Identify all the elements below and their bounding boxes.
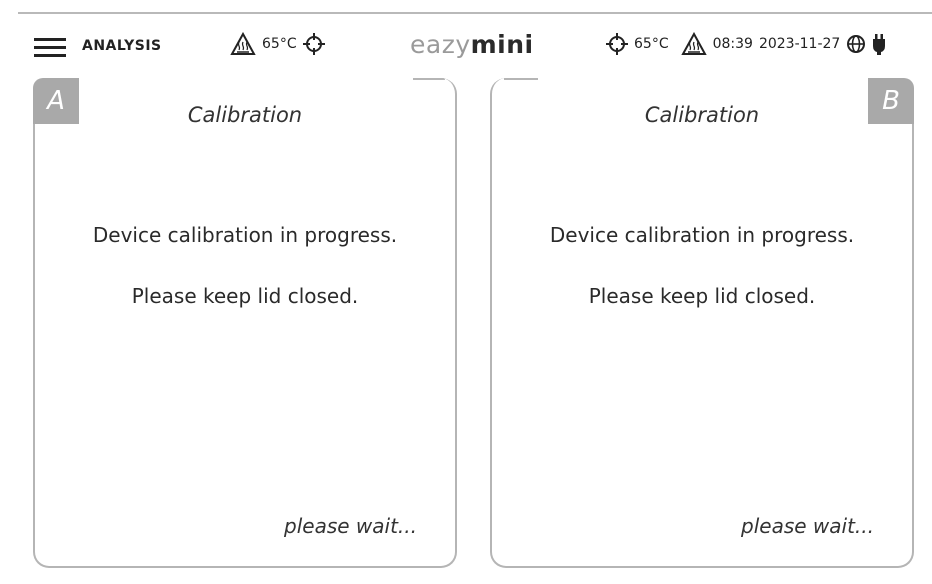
target-icon bbox=[302, 33, 325, 55]
target-icon bbox=[606, 33, 628, 55]
menu-icon[interactable] bbox=[34, 38, 66, 58]
clock-time: 08:39 bbox=[712, 36, 753, 52]
left-status-group: 65°C bbox=[230, 32, 325, 56]
plug-icon bbox=[872, 33, 886, 55]
eazymini-logo: eazymini bbox=[410, 30, 534, 59]
panel-top-edge bbox=[504, 78, 538, 80]
top-border bbox=[18, 12, 932, 14]
panel-title: Calibration bbox=[644, 103, 760, 127]
date-display: 2023-11-27 bbox=[758, 36, 841, 52]
status-text: please wait... bbox=[741, 514, 874, 538]
calibration-message: Device calibration in progress. bbox=[549, 223, 855, 247]
calibration-message: Device calibration in progress. bbox=[92, 223, 398, 247]
page-title: ANALYSIS bbox=[82, 38, 162, 54]
lid-message: Please keep lid closed. bbox=[131, 284, 359, 308]
panel-title: Calibration bbox=[187, 103, 303, 127]
header-bar: ANALYSIS 65°C eazymini 65°C 08:39 2023-1… bbox=[0, 28, 932, 64]
heat-warning-icon bbox=[680, 32, 707, 56]
status-text: please wait... bbox=[284, 514, 417, 538]
panel-top-edge bbox=[413, 78, 445, 80]
globe-icon[interactable] bbox=[846, 34, 866, 54]
right-status-group: 65°C 08:39 2023-11-27 bbox=[606, 32, 886, 56]
channel-b-panel: B Calibration Device calibration in prog… bbox=[490, 78, 914, 568]
channel-a-panel: A Calibration Device calibration in prog… bbox=[33, 78, 457, 568]
heat-warning-icon bbox=[230, 32, 256, 56]
left-temperature: 65°C bbox=[262, 36, 297, 52]
right-temperature: 65°C bbox=[634, 36, 669, 52]
lid-message: Please keep lid closed. bbox=[588, 284, 816, 308]
